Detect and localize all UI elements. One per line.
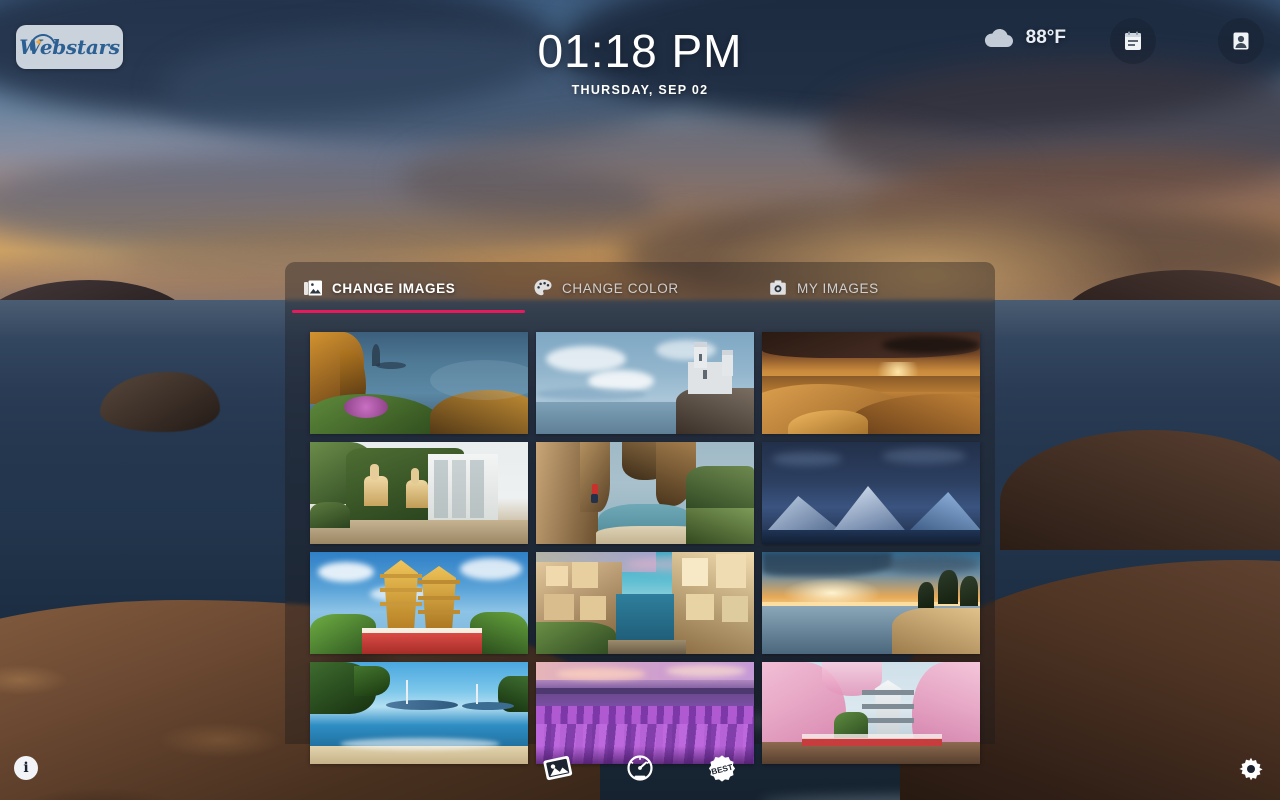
tab-change-color-label: CHANGE COLOR: [562, 280, 679, 296]
thumbnail-rock-climber-above-beach-cave[interactable]: [536, 442, 754, 544]
thumbnail-turquoise-bay-with-sailboats[interactable]: [310, 662, 528, 764]
thumbnail-snow-capped-blue-mountains[interactable]: [762, 442, 980, 544]
photo-stack-icon: [303, 278, 323, 298]
thumbnail-italian-cliffside-coastal-village[interactable]: [536, 552, 754, 654]
thumbnail-coastal-cliff-lake-with-purple-flowers[interactable]: [310, 332, 528, 434]
gear-icon: [1238, 756, 1264, 782]
wallpaper-settings-panel: CHANGE IMAGES CHANGE COLOR MY IMAGES: [285, 262, 995, 764]
thumbnail-purple-lavender-field[interactable]: [536, 662, 754, 764]
palette-icon: [533, 278, 553, 298]
best-badge-icon: BEST: [707, 754, 737, 784]
thumbnail-cherry-blossom-japanese-castle[interactable]: [762, 662, 980, 764]
speed-dial-button[interactable]: [623, 752, 657, 786]
thumbnail-swallows-nest-castle-on-cliff[interactable]: [536, 332, 754, 434]
clock-time: 01:18 PM: [537, 25, 743, 77]
thumbnail-ivy-covered-manor-with-giraffes[interactable]: [310, 442, 528, 544]
cloud-icon: [982, 26, 1016, 50]
settings-button[interactable]: [1236, 754, 1266, 784]
tab-change-images-label: CHANGE IMAGES: [332, 280, 456, 296]
calendar-news-button[interactable]: [1110, 18, 1156, 64]
clock-widget: 01:18 PM THURSDAY, SEP 02: [0, 26, 1280, 97]
calendar-news-icon: [1122, 30, 1144, 52]
tab-change-color[interactable]: CHANGE COLOR: [533, 274, 679, 302]
photos-button[interactable]: [541, 752, 575, 786]
active-tab-underline: [292, 310, 525, 313]
tab-my-images-label: MY IMAGES: [797, 280, 879, 296]
clock-date: THURSDAY, SEP 02: [571, 82, 709, 97]
camera-icon: [768, 278, 788, 298]
speedometer-icon: [625, 754, 655, 784]
thumbnail-golden-pagodas-lotus-lake[interactable]: [310, 552, 528, 654]
thumbnail-desert-sand-dunes-at-sunset[interactable]: [762, 332, 980, 434]
weather-widget[interactable]: 88°F: [982, 26, 1066, 50]
contact-card-button[interactable]: [1218, 18, 1264, 64]
tab-my-images[interactable]: MY IMAGES: [768, 274, 879, 302]
contact-card-icon: [1230, 30, 1252, 52]
bottom-dock: BEST: [0, 752, 1280, 786]
photos-icon: [542, 754, 574, 784]
thumbnail-tropical-beach-sunset-with-palms[interactable]: [762, 552, 980, 654]
best-button[interactable]: BEST: [705, 752, 739, 786]
panel-tab-bar: CHANGE IMAGES CHANGE COLOR MY IMAGES: [285, 262, 995, 314]
wallpaper-thumbnail-grid: [310, 332, 980, 764]
temperature-text: 88°F: [1025, 27, 1066, 48]
tab-change-images[interactable]: CHANGE IMAGES: [303, 274, 455, 302]
